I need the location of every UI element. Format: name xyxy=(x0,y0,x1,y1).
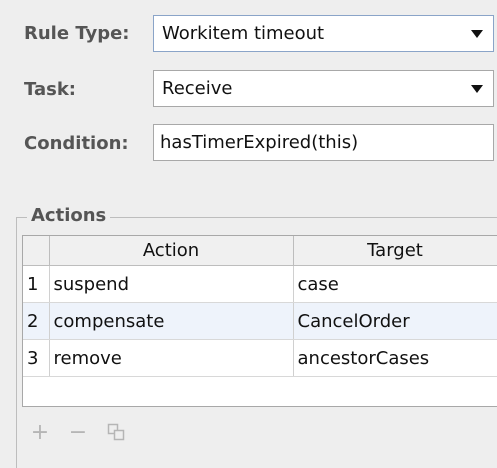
actions-table: Action Target 1 suspend case 2 compensat… xyxy=(22,235,497,407)
rule-type-label: Rule Type: xyxy=(24,23,130,44)
target-cell[interactable]: CancelOrder xyxy=(293,302,497,340)
chevron-down-icon xyxy=(471,30,483,38)
condition-input[interactable]: hasTimerExpired(this) xyxy=(153,124,494,161)
table-row[interactable]: 3 remove ancestorCases xyxy=(23,339,497,377)
column-header-index[interactable] xyxy=(23,236,50,266)
row-number: 3 xyxy=(23,339,50,377)
column-header-target[interactable]: Target xyxy=(293,236,497,266)
action-cell[interactable]: suspend xyxy=(49,265,294,303)
target-cell[interactable]: case xyxy=(293,265,497,303)
row-number: 2 xyxy=(23,302,50,340)
action-cell[interactable]: compensate xyxy=(49,302,294,340)
table-header-row: Action Target xyxy=(23,236,497,266)
row-number: 1 xyxy=(23,265,50,303)
actions-legend: Actions xyxy=(27,205,111,226)
task-select[interactable]: Receive xyxy=(153,70,494,107)
column-header-action[interactable]: Action xyxy=(49,236,294,266)
target-cell[interactable]: ancestorCases xyxy=(293,339,497,377)
rule-type-select[interactable]: Workitem timeout xyxy=(153,15,494,52)
actions-toolbar: + − xyxy=(30,418,126,446)
action-cell[interactable]: remove xyxy=(49,339,294,377)
plus-icon[interactable]: + xyxy=(30,420,50,445)
task-value: Receive xyxy=(162,78,233,99)
chevron-down-icon xyxy=(471,85,483,93)
duplicate-icon[interactable] xyxy=(106,420,126,444)
table-row[interactable]: 1 suspend case xyxy=(23,265,497,303)
rule-type-value: Workitem timeout xyxy=(162,23,325,44)
table-row[interactable]: 2 compensate CancelOrder xyxy=(23,302,497,340)
duplicate-icon-graphic xyxy=(107,423,125,441)
task-label: Task: xyxy=(24,79,76,100)
minus-icon[interactable]: − xyxy=(68,420,88,445)
condition-label: Condition: xyxy=(24,133,129,154)
